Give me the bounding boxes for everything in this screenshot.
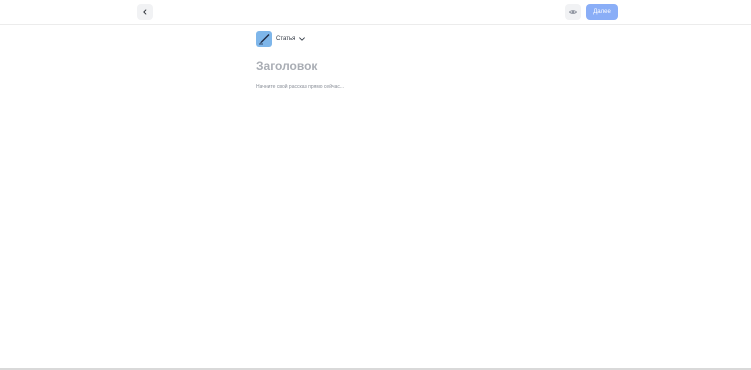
preview-button[interactable] <box>565 4 581 20</box>
next-button[interactable]: Далее <box>586 4 618 20</box>
top-bar: Далее <box>0 0 751 25</box>
chevron-down-icon <box>299 37 306 41</box>
post-editor: Статья Заголовок Начните свой рассказ пр… <box>256 31 496 91</box>
chevron-left-icon <box>143 9 147 15</box>
post-type-label: Статья <box>276 36 296 42</box>
eye-icon <box>569 10 577 14</box>
back-button[interactable] <box>137 4 153 20</box>
pen-icon <box>259 34 270 45</box>
editor-page: Далее Статья Заголовок Начните свой расс… <box>0 0 751 370</box>
title-input[interactable]: Заголовок <box>256 59 496 73</box>
post-type-icon-box <box>256 31 272 47</box>
body-input[interactable]: Начните свой рассказ прямо сейчас... <box>256 83 496 91</box>
post-type-dropdown[interactable] <box>299 37 306 41</box>
post-type-selector[interactable]: Статья <box>256 31 496 47</box>
